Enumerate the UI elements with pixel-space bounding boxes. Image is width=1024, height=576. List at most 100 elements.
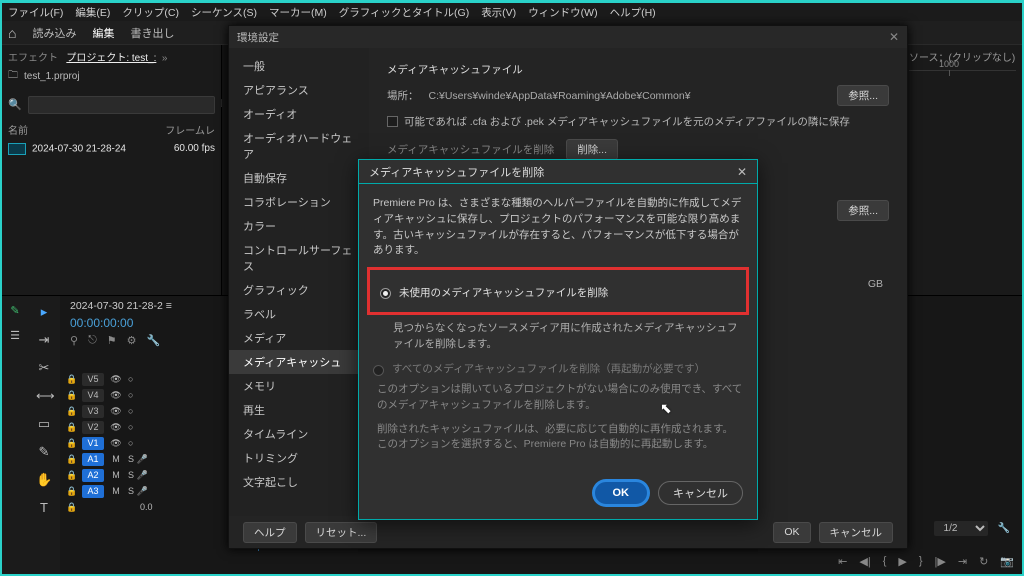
step-fwd-icon[interactable]: |▶: [935, 555, 946, 568]
export-frame-icon[interactable]: 📷: [1000, 555, 1014, 568]
browse-button[interactable]: 参照...: [837, 85, 889, 106]
cat-control-surface[interactable]: コントロールサーフェス: [229, 238, 369, 278]
eye-icon[interactable]: 👁: [110, 374, 122, 385]
prefs-ok-button[interactable]: OK: [773, 522, 810, 543]
track-tag[interactable]: A2: [82, 469, 104, 482]
browse-button-2[interactable]: 参照...: [837, 200, 889, 221]
cat-audio[interactable]: オーディオ: [229, 102, 369, 126]
pen-tool-icon2[interactable]: ✎: [36, 444, 52, 460]
lock-icon[interactable]: 🔒: [66, 486, 76, 497]
checkbox-icon[interactable]: [387, 116, 398, 127]
ok-button[interactable]: OK: [594, 481, 649, 505]
zoom-select[interactable]: 1/2: [934, 521, 988, 536]
mark-in-icon[interactable]: {: [883, 555, 887, 568]
selection-tool-icon[interactable]: ▸: [36, 304, 52, 320]
track-tag[interactable]: V1: [82, 437, 104, 450]
search-input[interactable]: [28, 96, 215, 114]
play-icon[interactable]: ▶: [898, 555, 906, 568]
ripple-tool-icon[interactable]: ✂: [36, 360, 52, 376]
col-framerate[interactable]: フレームレ: [165, 122, 215, 137]
cat-color[interactable]: カラー: [229, 214, 369, 238]
track-tag[interactable]: V3: [82, 405, 104, 418]
menu-clip[interactable]: クリップ(C): [122, 5, 179, 20]
eye-icon[interactable]: 👁: [110, 390, 122, 401]
mark-out-icon[interactable]: }: [919, 555, 923, 568]
menu-help[interactable]: ヘルプ(H): [610, 5, 656, 20]
lock-icon[interactable]: 🔒: [66, 470, 76, 481]
track-tag[interactable]: V5: [82, 373, 104, 386]
menu-graphics[interactable]: グラフィックとタイトル(G): [339, 5, 469, 20]
cat-appearance[interactable]: アピアランス: [229, 78, 369, 102]
cat-collab[interactable]: コラボレーション: [229, 190, 369, 214]
solo-icon[interactable]: S 🎤: [128, 470, 148, 481]
marker-icon[interactable]: ⚑: [107, 334, 117, 347]
menu-sequence[interactable]: シーケンス(S): [191, 5, 257, 20]
track-select-tool-icon[interactable]: ⇥: [36, 332, 52, 348]
panel-tab-project[interactable]: プロジェクト: test_:: [66, 53, 156, 64]
lock-icon[interactable]: 🔒: [66, 438, 76, 449]
cat-labels[interactable]: ラベル: [229, 302, 369, 326]
track-tag[interactable]: V2: [82, 421, 104, 434]
home-icon[interactable]: ⌂: [8, 25, 16, 41]
razor-tool-icon[interactable]: ⟷: [36, 388, 52, 404]
cat-autosave[interactable]: 自動保存: [229, 166, 369, 190]
col-name[interactable]: 名前: [8, 122, 28, 137]
cat-timeline[interactable]: タイムライン: [229, 422, 369, 446]
eye-icon[interactable]: 👁: [110, 438, 122, 449]
menu-edit[interactable]: 編集(E): [75, 5, 110, 20]
reset-button[interactable]: リセット...: [305, 522, 378, 543]
sequence-name[interactable]: 2024-07-30 21-28-2: [70, 300, 163, 312]
panel-tab-effects[interactable]: エフェクト: [8, 53, 58, 64]
cat-trim[interactable]: トリミング: [229, 446, 369, 470]
lock-icon[interactable]: 🔒: [66, 374, 76, 385]
link-icon[interactable]: ⎋: [88, 334, 97, 347]
cat-memory[interactable]: メモリ: [229, 374, 369, 398]
cancel-button[interactable]: キャンセル: [658, 481, 743, 505]
project-item[interactable]: 2024-07-30 21-28-24 60.00 fps: [8, 139, 215, 159]
tab-edit[interactable]: 編集: [92, 25, 114, 41]
settings-icon[interactable]: ⚙: [127, 334, 137, 347]
source-ruler[interactable]: 1000: [909, 70, 1016, 82]
help-button[interactable]: ヘルプ: [243, 522, 297, 543]
lock-icon[interactable]: 🔒: [66, 390, 76, 401]
tab-export[interactable]: 書き出し: [130, 25, 174, 41]
lock-icon[interactable]: 🔒: [66, 502, 76, 513]
snap-icon[interactable]: ⚲: [70, 334, 78, 347]
prefs-cancel-button[interactable]: キャンセル: [819, 522, 894, 543]
cat-transcribe[interactable]: 文字起こし: [229, 470, 369, 494]
mute-icon[interactable]: M: [110, 454, 122, 464]
delete-button[interactable]: 削除...: [566, 139, 618, 160]
wrench-icon[interactable]: 🔧: [998, 523, 1010, 534]
radio-icon[interactable]: [380, 288, 391, 299]
lock-icon[interactable]: 🔒: [66, 422, 76, 433]
mute-icon[interactable]: M: [110, 470, 122, 480]
close-icon[interactable]: ✕: [737, 165, 747, 179]
cat-media[interactable]: メディア: [229, 326, 369, 350]
eye-icon[interactable]: 👁: [110, 406, 122, 417]
pen-tool-icon[interactable]: ✎: [10, 304, 19, 317]
track-tag[interactable]: A3: [82, 485, 104, 498]
mute-icon[interactable]: M: [110, 486, 122, 496]
radio-delete-unused[interactable]: 未使用のメディアキャッシュファイルを削除: [380, 286, 736, 302]
cat-graphics[interactable]: グラフィック: [229, 278, 369, 302]
cat-audio-hw[interactable]: オーディオハードウェア: [229, 126, 369, 166]
go-start-icon[interactable]: ⇤: [838, 555, 847, 568]
loop-icon[interactable]: ↻: [979, 555, 988, 568]
menu-marker[interactable]: マーカー(M): [269, 5, 327, 20]
slip-tool-icon[interactable]: ▭: [36, 416, 52, 432]
go-end-icon[interactable]: ⇥: [958, 555, 967, 568]
hand-tool-icon[interactable]: ✋: [36, 472, 52, 488]
tab-import[interactable]: 読み込み: [32, 25, 76, 41]
lock-icon[interactable]: 🔒: [66, 454, 76, 465]
cat-general[interactable]: 一般: [229, 54, 369, 78]
search-icon[interactable]: 🔍: [8, 98, 22, 111]
type-tool-icon[interactable]: T: [36, 500, 52, 516]
eye-icon[interactable]: 👁: [110, 422, 122, 433]
solo-icon[interactable]: S 🎤: [128, 486, 148, 497]
menu-window[interactable]: ウィンドウ(W): [528, 5, 597, 20]
track-tag[interactable]: A1: [82, 453, 104, 466]
tool-icon[interactable]: ☰: [10, 329, 20, 342]
menu-view[interactable]: 表示(V): [481, 5, 516, 20]
checkbox-row[interactable]: 可能であれば .cfa および .pek メディアキャッシュファイルを元のメディ…: [387, 114, 889, 129]
solo-icon[interactable]: S 🎤: [128, 454, 148, 465]
